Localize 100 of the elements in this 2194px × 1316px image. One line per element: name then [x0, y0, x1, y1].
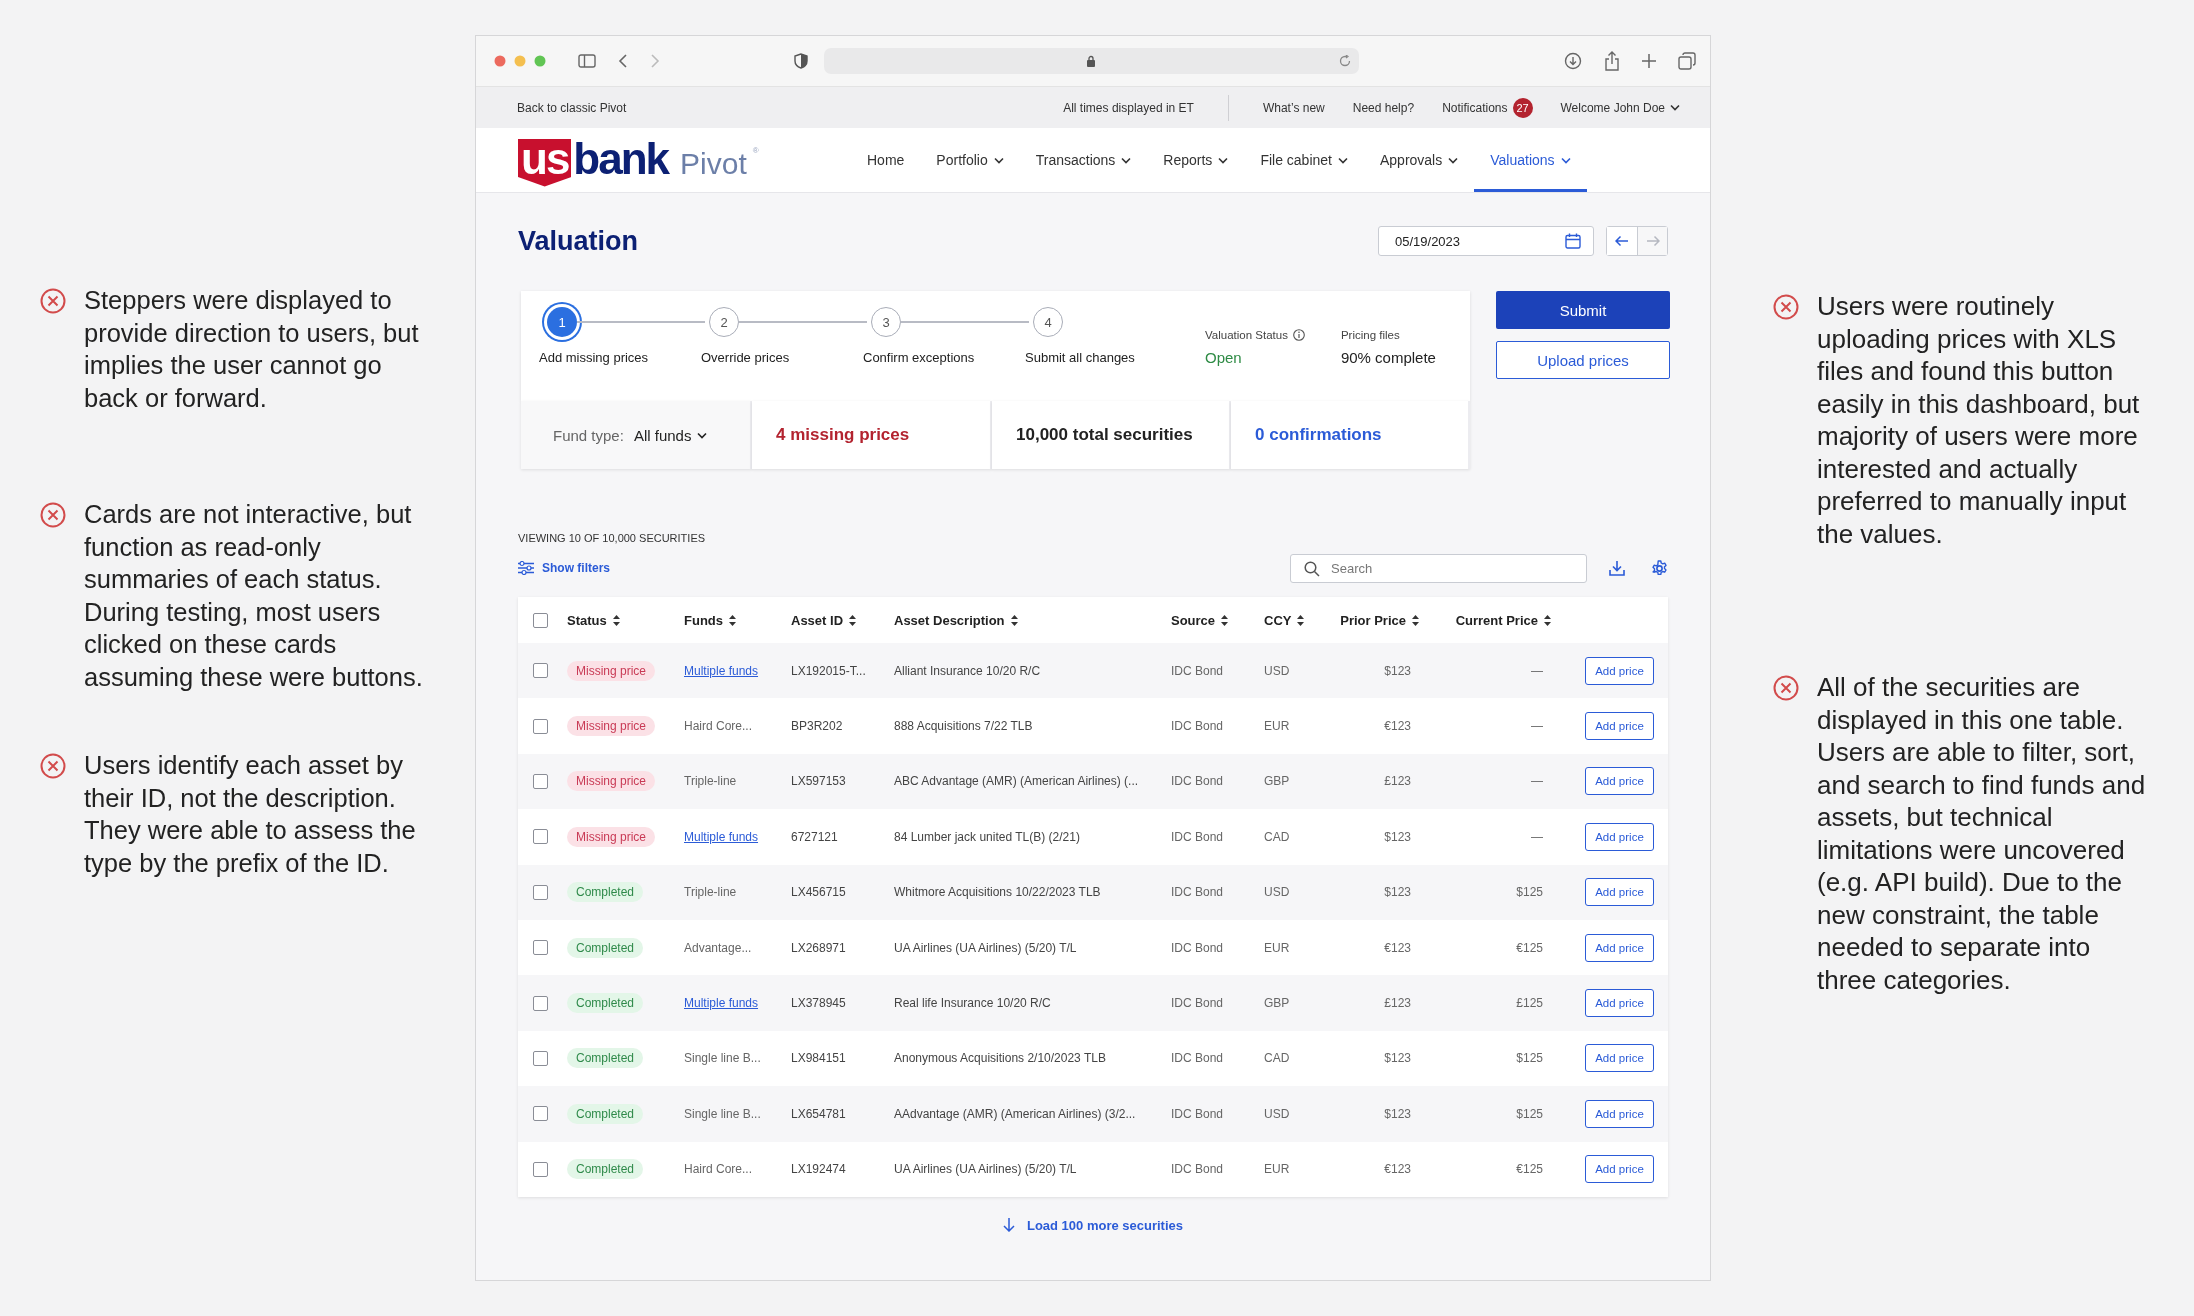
tabs-icon[interactable]: [1678, 52, 1696, 70]
reload-icon[interactable]: [1339, 55, 1351, 67]
column-header[interactable]: Funds: [684, 612, 736, 628]
nav-tab[interactable]: Reports: [1147, 128, 1245, 192]
table-cell: IDC Bond: [1171, 996, 1224, 1011]
settings-icon[interactable]: [1651, 559, 1668, 577]
table-cell: IDC Bond: [1171, 719, 1224, 734]
add-price-button[interactable]: Add price: [1585, 767, 1654, 796]
table-cell: $125: [1516, 1051, 1543, 1066]
sort-icon[interactable]: [1412, 614, 1419, 626]
table-cell: IDC Bond: [1171, 1162, 1224, 1177]
notifications-link[interactable]: Notifications 27: [1442, 97, 1533, 118]
load-more-link[interactable]: Load 100 more securities: [1002, 1217, 1184, 1233]
nav-tab[interactable]: Transactions: [1019, 128, 1148, 192]
checkbox[interactable]: [533, 773, 548, 789]
nav-tab[interactable]: File cabinet: [1244, 128, 1364, 192]
back-icon[interactable]: [618, 54, 628, 68]
add-price-button[interactable]: Add price: [1585, 822, 1654, 851]
checkbox[interactable]: [533, 995, 548, 1011]
nav-tab[interactable]: Portfolio: [920, 128, 1020, 192]
column-header[interactable]: Prior Price: [1340, 612, 1419, 628]
column-header[interactable]: Status: [567, 612, 620, 628]
table-cell: IDC Bond: [1171, 1106, 1224, 1121]
table-cell: €123: [1384, 940, 1411, 955]
table-cell: Advantage...: [684, 940, 752, 955]
utility-link[interactable]: Need help?: [1352, 100, 1415, 115]
share-icon[interactable]: [1604, 51, 1620, 71]
chevron-down-icon: [1218, 156, 1229, 164]
table-cell: LX456715: [791, 885, 846, 900]
checkbox[interactable]: [533, 612, 548, 628]
add-price-button[interactable]: Add price: [1585, 712, 1654, 741]
table-cell: GBP: [1264, 996, 1290, 1011]
upload-button[interactable]: Upload prices: [1496, 341, 1670, 379]
status-badge: Missing price: [567, 716, 656, 737]
plus-icon[interactable]: [1642, 54, 1656, 68]
search-field[interactable]: Search: [1290, 553, 1587, 583]
add-price-button[interactable]: Add price: [1585, 656, 1654, 685]
summary-text: 0 confirmations: [1255, 425, 1382, 445]
add-price-button[interactable]: Add price: [1585, 1155, 1654, 1184]
table-cell: 84 Lumber jack united TL(B) (2/21): [894, 829, 1080, 844]
column-header[interactable]: Source: [1171, 612, 1229, 628]
column-header[interactable]: Current Price: [1455, 612, 1551, 628]
funds-link[interactable]: Multiple funds: [684, 829, 759, 844]
column-header[interactable]: CCY: [1264, 612, 1305, 628]
sidebar-icon[interactable]: [578, 54, 596, 68]
show-filters-link[interactable]: Show filters: [518, 561, 610, 575]
annotation-text: Cards are not interactive, but function as read-only summaries of each status. During testing, most users clicked on these cards assuming these were buttons.: [84, 499, 424, 693]
checkbox[interactable]: [533, 829, 548, 845]
table-cell: LX192015-T...: [791, 663, 866, 678]
add-price-button[interactable]: Add price: [1585, 933, 1654, 962]
add-price-button[interactable]: Add price: [1585, 1099, 1654, 1128]
funds-link[interactable]: Multiple funds: [684, 663, 759, 678]
table-cell: 6727121: [791, 829, 838, 844]
add-price-button[interactable]: Add price: [1585, 1044, 1654, 1073]
checkbox[interactable]: [533, 1161, 548, 1177]
sort-icon[interactable]: [1221, 614, 1229, 626]
step-label: Submit all changes: [1025, 350, 1135, 365]
checkbox[interactable]: [533, 1050, 548, 1066]
funds-link[interactable]: Multiple funds: [684, 996, 759, 1011]
checkbox[interactable]: [533, 940, 548, 956]
add-price-button[interactable]: Add price: [1585, 878, 1654, 907]
table-cell: EUR: [1264, 1162, 1290, 1177]
sort-icon[interactable]: [1544, 614, 1551, 626]
utility-link[interactable]: What’s new: [1262, 100, 1325, 115]
nav-tab[interactable]: Valuations: [1474, 128, 1587, 192]
step-circle: 3: [871, 307, 901, 337]
download-icon[interactable]: [1609, 560, 1625, 576]
checkbox[interactable]: [533, 1106, 548, 1122]
sort-icon[interactable]: [729, 614, 736, 626]
download-icon[interactable]: [1564, 52, 1582, 70]
user-menu[interactable]: Welcome John Doe: [1560, 100, 1680, 115]
checkbox[interactable]: [533, 884, 548, 900]
table-cell: €123: [1384, 1162, 1411, 1177]
shield-icon[interactable]: [794, 53, 808, 69]
error-icon: [40, 288, 66, 314]
status-label: Valuation Status: [1205, 329, 1288, 341]
info-icon[interactable]: [1292, 329, 1305, 341]
nav-tab[interactable]: Approvals: [1363, 128, 1475, 192]
window-controls-icon[interactable]: [494, 55, 546, 67]
column-header[interactable]: Asset Description: [894, 612, 1018, 628]
fund-type-dropdown[interactable]: All funds: [633, 426, 708, 444]
sort-icon[interactable]: [612, 614, 620, 626]
nav-tab[interactable]: Home: [851, 128, 921, 192]
calendar-icon[interactable]: [1565, 233, 1581, 249]
checkbox[interactable]: [533, 718, 548, 734]
checkbox[interactable]: [533, 663, 548, 679]
submit-button[interactable]: Submit: [1496, 291, 1670, 329]
add-price-button[interactable]: Add price: [1585, 989, 1654, 1018]
column-header[interactable]: Asset ID: [791, 612, 857, 628]
sort-icon[interactable]: [1297, 614, 1305, 626]
back-link[interactable]: Back to classic Pivot: [517, 100, 627, 115]
table-cell: LX654781: [791, 1106, 846, 1121]
date-field[interactable]: 05/19/2023: [1378, 226, 1594, 256]
table-cell: —: [1531, 719, 1543, 734]
summary-text: 10,000 total securities: [1016, 425, 1193, 445]
table-cell: LX597153: [791, 774, 846, 789]
table-cell: £123: [1384, 774, 1411, 789]
sort-icon[interactable]: [849, 614, 857, 626]
sort-icon[interactable]: [1010, 614, 1018, 626]
table-cell: $123: [1384, 1106, 1411, 1121]
